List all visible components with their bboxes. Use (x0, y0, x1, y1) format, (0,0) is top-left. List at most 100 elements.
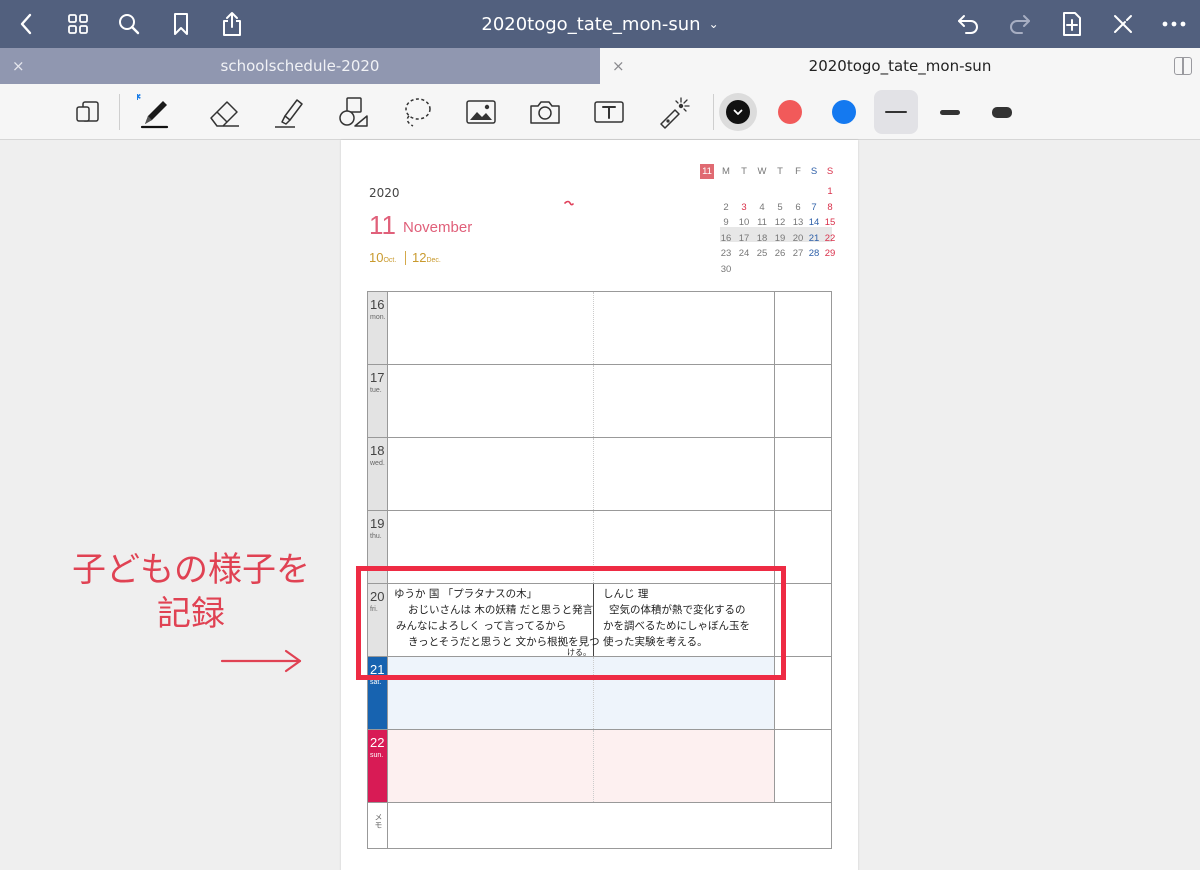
stroke-width-medium[interactable] (928, 90, 972, 134)
mini-calendar-day[interactable]: 16 (718, 231, 734, 246)
day-row-16[interactable]: 16 mon. (368, 292, 831, 365)
tab-label: schoolschedule-2020 (220, 57, 380, 75)
mini-calendar-day[interactable]: 3 (736, 200, 752, 215)
tab-label: 2020togo_tate_mon-sun (808, 57, 992, 75)
column-divider (593, 730, 594, 802)
column-divider (774, 365, 775, 437)
text-icon[interactable] (587, 90, 631, 134)
mini-calendar-day[interactable]: 7 (806, 200, 822, 215)
day-name: sun. (370, 752, 384, 759)
add-page-icon[interactable] (1054, 0, 1090, 48)
pen-icon[interactable]: ✱ (133, 90, 177, 134)
day-row-17[interactable]: 17 tue. (368, 365, 831, 438)
mini-calendar-weekday: W (757, 166, 767, 177)
back-icon[interactable] (8, 0, 44, 48)
mini-calendar-day[interactable]: 20 (790, 231, 806, 246)
redo-icon[interactable] (1002, 0, 1038, 48)
mini-calendar-day[interactable]: 17 (736, 231, 752, 246)
lasso-icon[interactable] (395, 90, 439, 134)
mini-calendar-weekday: M (722, 166, 730, 177)
month-link-divider (405, 251, 406, 265)
color-swatch-red[interactable] (778, 100, 802, 124)
chevron-down-icon: ⌄ (708, 17, 719, 31)
camera-icon[interactable] (523, 90, 567, 134)
mini-calendar-weekday: F (795, 166, 801, 177)
pen-off-icon[interactable] (1105, 0, 1141, 48)
tab-bar: × schoolschedule-2020 × 2020togo_tate_mo… (0, 48, 1200, 84)
laser-pointer-icon[interactable] (651, 90, 695, 134)
mini-calendar-day[interactable]: 9 (718, 215, 734, 230)
mini-calendar-day[interactable]: 24 (736, 246, 752, 261)
day-row-22[interactable]: 22 sun. (368, 730, 831, 803)
mini-calendar-day[interactable]: 11 (754, 215, 770, 230)
close-icon[interactable]: × (12, 48, 25, 84)
document-title-menu[interactable]: 2020togo_tate_mon-sun ⌄ (481, 14, 718, 35)
mini-calendar-day[interactable]: 4 (754, 200, 770, 215)
bookmark-icon[interactable] (163, 0, 199, 48)
color-swatch-blue[interactable] (832, 100, 856, 124)
annotation-arrow-icon (220, 649, 302, 673)
mini-calendar-day[interactable]: 2 (718, 200, 734, 215)
undo-icon[interactable] (950, 0, 986, 48)
mini-calendar-day[interactable]: 29 (822, 246, 838, 261)
memo-column-cell (775, 730, 831, 802)
day-name: thu. (370, 533, 382, 540)
mini-calendar-weekday: T (777, 166, 783, 177)
mini-calendar-day[interactable]: 21 (806, 231, 822, 246)
mini-calendar-day[interactable]: 26 (772, 246, 788, 261)
stroke-width-thick[interactable] (980, 90, 1024, 134)
mini-calendar-day[interactable]: 30 (718, 262, 734, 277)
tab-schoolschedule[interactable]: × schoolschedule-2020 (0, 48, 600, 84)
svg-text:✱: ✱ (137, 94, 141, 103)
next-month-link[interactable]: 12Dec. (412, 250, 441, 265)
thumbnails-grid-icon[interactable] (60, 0, 96, 48)
highlighter-icon[interactable] (267, 90, 311, 134)
column-divider (593, 438, 594, 510)
mini-calendar-day[interactable]: 15 (822, 215, 838, 230)
share-icon[interactable] (214, 0, 250, 48)
annotation-label: 子どもの様子を 記録 (60, 548, 322, 636)
page-nav-icon[interactable] (66, 90, 110, 134)
mini-calendar-day[interactable]: 27 (790, 246, 806, 261)
mini-calendar-day[interactable]: 8 (822, 200, 838, 215)
mini-calendar-day[interactable]: 12 (772, 215, 788, 230)
day-number: 17 (370, 370, 385, 385)
day-number: 19 (370, 516, 385, 531)
mini-calendar-day[interactable]: 18 (754, 231, 770, 246)
day-label-cell: 17 tue. (368, 365, 388, 437)
mini-calendar-day[interactable]: 10 (736, 215, 752, 230)
mini-calendar-day[interactable]: 28 (806, 246, 822, 261)
search-icon[interactable] (111, 0, 147, 48)
color-swatch-black[interactable] (726, 100, 750, 124)
memo-label: メモ (374, 813, 383, 829)
mini-calendar-day[interactable]: 5 (772, 200, 788, 215)
split-view-icon[interactable] (1174, 57, 1192, 75)
mini-calendar-day[interactable]: 23 (718, 246, 734, 261)
close-icon[interactable]: × (612, 48, 625, 84)
day-row-18[interactable]: 18 wed. (368, 438, 831, 511)
mini-calendar-day[interactable]: 13 (790, 215, 806, 230)
day-number: 16 (370, 297, 385, 312)
column-divider (774, 438, 775, 510)
mini-calendar-day[interactable]: 25 (754, 246, 770, 261)
ink-mark (564, 200, 574, 206)
mini-calendar-day[interactable]: 1 (822, 184, 838, 199)
day-label-cell: 22 sun. (368, 730, 388, 802)
mini-calendar-weekday: S (826, 166, 834, 177)
planner-month-number: 11 (369, 210, 396, 240)
day-name: sat. (370, 679, 382, 686)
memo-row[interactable]: メモ (368, 803, 831, 848)
image-icon[interactable] (459, 90, 503, 134)
column-divider (774, 292, 775, 364)
eraser-icon[interactable] (203, 90, 247, 134)
more-options-icon[interactable] (1156, 0, 1192, 48)
mini-calendar-day[interactable]: 22 (822, 231, 838, 246)
shapes-icon[interactable] (331, 90, 375, 134)
prev-month-link[interactable]: 10Oct. (369, 250, 396, 265)
mini-calendar-day[interactable]: 19 (772, 231, 788, 246)
stroke-width-thin[interactable] (874, 90, 918, 134)
top-nav-bar: 2020togo_tate_mon-sun ⌄ (0, 0, 1200, 48)
mini-calendar-day[interactable]: 6 (790, 200, 806, 215)
tab-2020togo[interactable]: × 2020togo_tate_mon-sun (600, 48, 1200, 84)
mini-calendar-day[interactable]: 14 (806, 215, 822, 230)
